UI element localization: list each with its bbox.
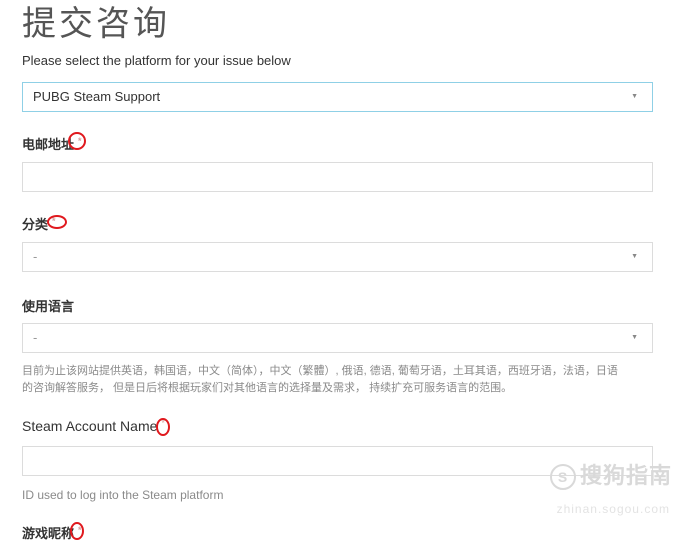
language-help-line2: 的咨询解答服务， 但是日后将根据玩家们对其他语言的选择量及需求， 持续扩充可服务… [22, 382, 513, 394]
chevron-down-icon: ▼ [631, 334, 638, 341]
email-label-text: 电邮地址 [22, 137, 75, 152]
language-select[interactable]: - ▼ [22, 323, 653, 353]
page-title: 提交咨询 [22, 4, 170, 44]
sogou-logo-icon: S [549, 464, 576, 491]
watermark: S 搜狗指南 [549, 458, 672, 491]
language-help-line1: 目前为止该网站提供英语，韩国语，中文（简体），中文（繁體）, 俄语, 德语, 葡… [22, 365, 618, 377]
annotation-circle [156, 418, 170, 436]
category-select-value: - [33, 249, 38, 264]
annotation-circle [68, 132, 86, 150]
language-select-value: - [33, 330, 38, 345]
steam-account-label-text: Steam Account Name [22, 418, 158, 434]
steam-account-label: Steam Account Name * [22, 418, 169, 434]
annotation-circle [70, 522, 84, 540]
nickname-label-text: 游戏昵称 [22, 526, 75, 541]
platform-label: Please select the platform for your issu… [22, 53, 291, 68]
category-label-text: 分类 [22, 217, 49, 232]
category-select[interactable]: - ▼ [22, 242, 653, 272]
chevron-down-icon: ▼ [631, 253, 638, 260]
annotation-circle [47, 215, 67, 229]
watermark-text: 搜狗指南 [579, 463, 672, 488]
platform-select[interactable]: PUBG Steam Support ▼ [22, 82, 653, 112]
platform-select-value: PUBG Steam Support [33, 89, 161, 104]
language-label: 使用语言 [22, 299, 75, 314]
chevron-down-icon: ▼ [631, 93, 638, 100]
watermark-url: zhinan.sogou.com [556, 502, 670, 516]
email-field[interactable] [22, 162, 653, 192]
